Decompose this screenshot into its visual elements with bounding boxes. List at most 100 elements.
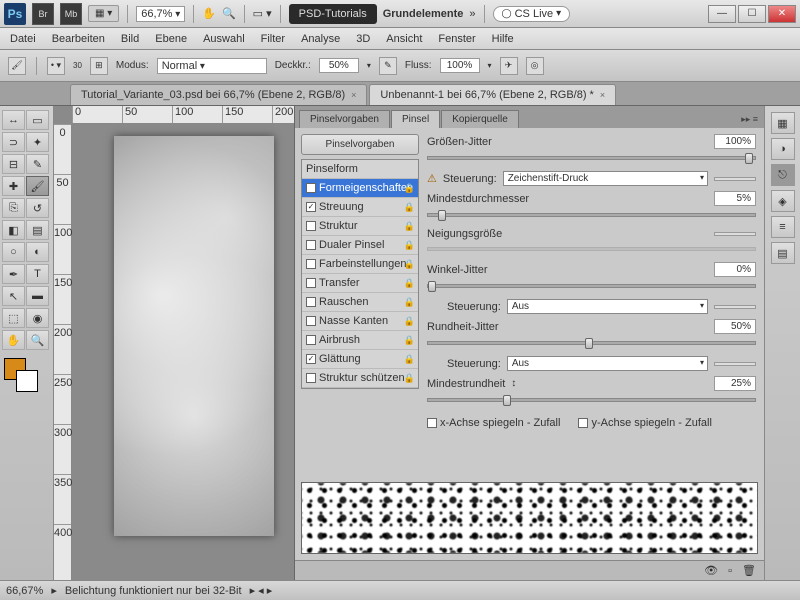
gradient-tool[interactable]: ▤ (26, 220, 49, 240)
channels-icon[interactable]: ▤ (771, 242, 795, 264)
zoom-tool-icon[interactable]: 🔍 (222, 7, 236, 20)
lasso-tool[interactable]: ⊃ (2, 132, 25, 152)
new-preset-icon[interactable]: ▫ (728, 565, 732, 577)
fluss-input[interactable]: 100% (440, 58, 480, 73)
steuerung3-dropdown[interactable]: Aus (507, 356, 708, 371)
checkbox[interactable] (306, 316, 316, 326)
chevron-icon[interactable]: ▸ ◂ ▸ (250, 584, 273, 597)
deckkr-input[interactable]: 50% (319, 58, 359, 73)
window-close[interactable]: ✕ (768, 5, 796, 23)
history-brush-tool[interactable]: ↺ (26, 198, 49, 218)
menu-bild[interactable]: Bild (121, 33, 139, 45)
menu-3d[interactable]: 3D (356, 33, 370, 45)
checkbox[interactable] (306, 221, 316, 231)
list-dualer-pinsel[interactable]: Dualer Pinsel🔒 (302, 236, 418, 255)
styles-icon[interactable]: ◈ (771, 190, 795, 212)
list-airbrush[interactable]: Airbrush🔒 (302, 331, 418, 350)
groessen-jitter-slider[interactable] (427, 156, 756, 160)
tablet-pressure-size-icon[interactable]: ◎ (526, 57, 544, 75)
toggle-preview-icon[interactable]: 👁 (704, 564, 718, 577)
pen-tool[interactable]: ✒ (2, 264, 25, 284)
list-nasse-kanten[interactable]: Nasse Kanten🔒 (302, 312, 418, 331)
zoom-tool[interactable]: 🔍 (26, 330, 49, 350)
bg-color-swatch[interactable] (16, 370, 38, 392)
close-icon[interactable]: × (600, 90, 605, 100)
tab-pinselvorgaben[interactable]: Pinselvorgaben (299, 110, 390, 128)
heal-tool[interactable]: ✚ (2, 176, 25, 196)
canvas[interactable] (114, 136, 274, 536)
eraser-tool[interactable]: ◧ (2, 220, 25, 240)
menu-auswahl[interactable]: Auswahl (203, 33, 245, 45)
dodge-tool[interactable]: ◐ (26, 242, 49, 262)
lock-icon[interactable]: 🔒 (404, 202, 415, 213)
brush-panel-toggle-icon[interactable]: ⊞ (90, 57, 108, 75)
menu-filter[interactable]: Filter (261, 33, 285, 45)
hand-tool[interactable]: ✋ (2, 330, 25, 350)
checkbox[interactable] (306, 259, 316, 269)
steuerung2-dropdown[interactable]: Aus (507, 299, 708, 314)
list-streuung[interactable]: ✓Streuung🔒 (302, 198, 418, 217)
mindest-input[interactable]: 5% (714, 191, 756, 206)
path-tool[interactable]: ↖ (2, 286, 25, 306)
modus-dropdown[interactable]: Normal ▾ (157, 58, 267, 74)
stamp-tool[interactable]: ⎘ (2, 198, 25, 218)
doctab-tutorial[interactable]: Tutorial_Variante_03.psd bei 66,7% (Eben… (70, 84, 367, 105)
screen-mode-icon[interactable]: ▭ ▾ (253, 7, 272, 20)
lock-icon[interactable]: 🔒 (404, 183, 415, 194)
checkbox[interactable] (306, 335, 316, 345)
menu-ebene[interactable]: Ebene (155, 33, 187, 45)
zoom-dropdown[interactable]: 66,7% ▾ (136, 6, 185, 22)
lock-icon[interactable]: 🔒 (404, 316, 415, 327)
groessen-jitter-input[interactable]: 100% (714, 134, 756, 149)
checkbox[interactable] (306, 297, 316, 307)
type-tool[interactable]: T (26, 264, 49, 284)
list-rauschen[interactable]: Rauschen🔒 (302, 293, 418, 312)
tablet-pressure-opacity-icon[interactable]: ✎ (379, 57, 397, 75)
winkel-slider[interactable] (427, 284, 756, 288)
eyedropper-tool[interactable]: ✎ (26, 154, 49, 174)
mindestrund-slider[interactable] (427, 398, 756, 402)
checkbox[interactable] (306, 278, 316, 288)
menu-datei[interactable]: Datei (10, 33, 36, 45)
doctab-unbenannt[interactable]: Unbenannt-1 bei 66,7% (Ebene 2, RGB/8) *… (369, 84, 616, 105)
bridge-icon[interactable]: Br (32, 3, 54, 25)
brush-preset-icon[interactable]: • ▾ (47, 57, 65, 75)
list-transfer[interactable]: Transfer🔒 (302, 274, 418, 293)
menu-fenster[interactable]: Fenster (438, 33, 475, 45)
window-maximize[interactable]: ☐ (738, 5, 766, 23)
chevron-icon[interactable]: ▸ (51, 584, 57, 597)
minibridge-icon[interactable]: Mb (60, 3, 82, 25)
tab-pinsel[interactable]: Pinsel (391, 110, 440, 128)
trash-icon[interactable]: 🗑 (742, 564, 756, 577)
list-pinselform[interactable]: Pinselform (302, 160, 418, 179)
lock-icon[interactable]: 🔒 (404, 297, 415, 308)
lock-icon[interactable]: 🔒 (404, 335, 415, 346)
wand-tool[interactable]: ✦ (26, 132, 49, 152)
checkbox[interactable]: ✓ (306, 354, 316, 364)
3d-tool[interactable]: ⬚ (2, 308, 25, 328)
lock-icon[interactable]: 🔒 (404, 373, 415, 384)
workspace-name[interactable]: Grundelemente (383, 8, 464, 20)
checkbox[interactable]: ✓ (306, 202, 316, 212)
pinselvorgaben-button[interactable]: Pinselvorgaben (301, 134, 419, 155)
xachse-checkbox[interactable] (427, 418, 437, 428)
lock-icon[interactable]: 🔒 (404, 221, 415, 232)
lock-icon[interactable]: 🔒 (404, 354, 415, 365)
layers-icon[interactable]: ≡ (771, 216, 795, 238)
adjustments-icon[interactable]: ◑ (771, 138, 795, 160)
menu-analyse[interactable]: Analyse (301, 33, 340, 45)
brush-presets-icon[interactable]: ⎋ (771, 164, 795, 186)
panel-collapse-icon[interactable]: ▸▸ ≡ (735, 111, 764, 128)
yachse-checkbox[interactable] (578, 418, 588, 428)
window-minimize[interactable]: — (708, 5, 736, 23)
lock-icon[interactable]: 🔒 (404, 240, 415, 251)
rundheit-input[interactable]: 50% (714, 319, 756, 334)
steuerung1-dropdown[interactable]: Zeichenstift-Druck (503, 171, 708, 186)
lock-icon[interactable]: 🔒 (404, 259, 415, 270)
list-struktur-schuetzen[interactable]: Struktur schützen🔒 (302, 369, 418, 388)
3d-camera-tool[interactable]: ◉ (26, 308, 49, 328)
lock-icon[interactable]: 🔒 (404, 278, 415, 289)
marquee-tool[interactable]: ▭ (26, 110, 49, 130)
menu-hilfe[interactable]: Hilfe (492, 33, 514, 45)
mindest-slider[interactable] (427, 213, 756, 217)
